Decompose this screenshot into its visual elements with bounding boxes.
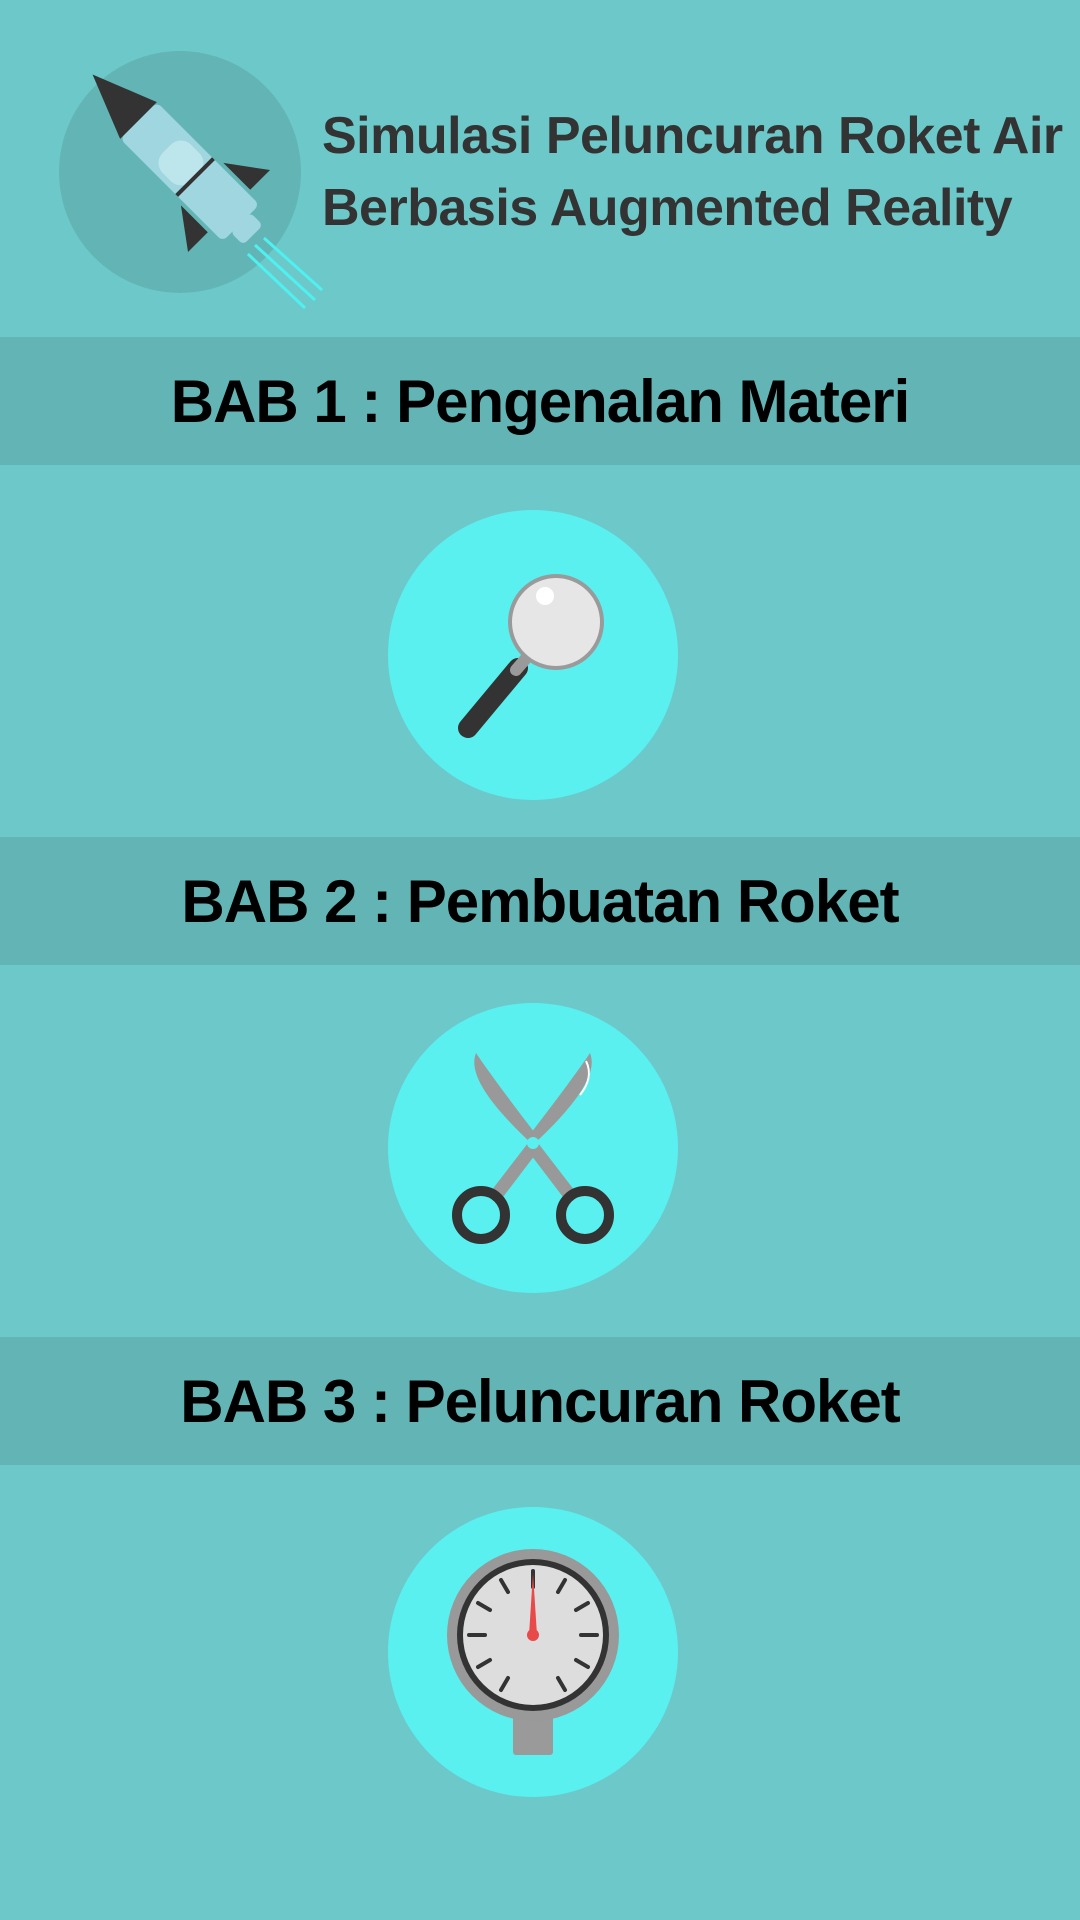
app-title-line-1: Simulasi Peluncuran Roket Air [322,107,1063,165]
chapter-1-button[interactable]: BAB 1 : Pengenalan Materi [0,337,1080,465]
app-title-line-2: Berbasis Augmented Reality [322,179,1013,237]
chapter-2-label: BAB 2 : Pembuatan Roket [181,867,899,935]
chapter-2-icon-button[interactable] [388,1003,678,1293]
chapter-2-button[interactable]: BAB 2 : Pembuatan Roket [0,837,1080,965]
chapter-3-button[interactable]: BAB 3 : Peluncuran Roket [0,1337,1080,1465]
chapter-3-label: BAB 3 : Peluncuran Roket [180,1367,900,1435]
app-header: Simulasi Peluncuran Roket Air Berbasis A… [0,0,1080,336]
app-title: Simulasi Peluncuran Roket Air Berbasis A… [322,100,1063,244]
chapter-1-label: BAB 1 : Pengenalan Materi [170,367,911,435]
scissors-icon [452,1053,614,1244]
water-rocket-icon [50,40,330,320]
chapter-1-icon-button[interactable] [388,510,678,800]
chapter-3-icon-button[interactable] [388,1507,678,1797]
pressure-gauge-icon [447,1549,619,1755]
magnifying-glass-icon [458,574,604,738]
